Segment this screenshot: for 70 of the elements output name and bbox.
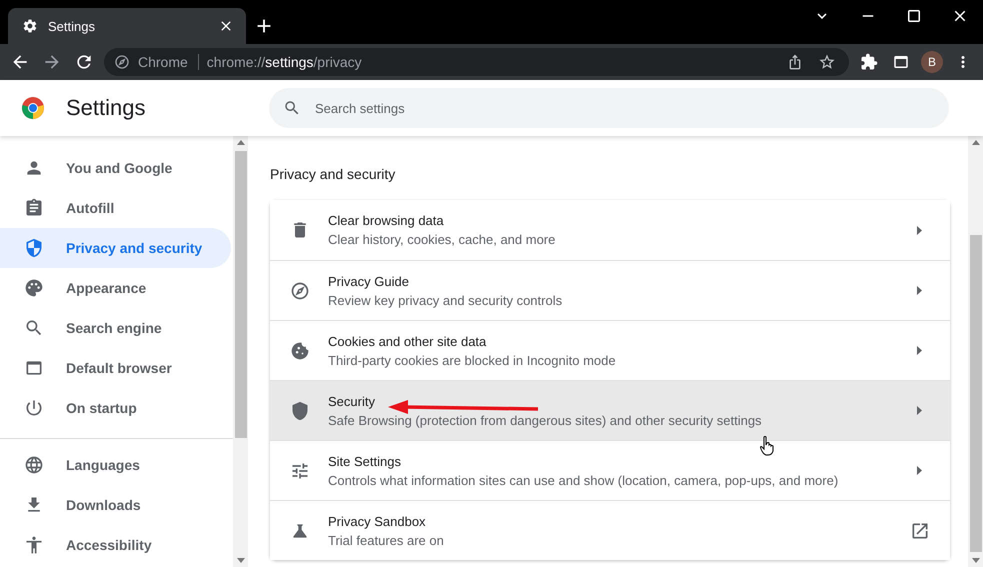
globe-icon [24,455,44,475]
row-description: Review key privacy and security controls [328,292,562,308]
chevron-right-icon [917,226,922,234]
url-text: chrome://settings/privacy [206,54,363,70]
clipboard-icon [24,198,44,218]
scrollbar-thumb[interactable] [234,151,246,438]
sidebar-item[interactable]: Languages [0,445,231,485]
section-title: Privacy and security [270,166,396,182]
row-title: Security [328,394,375,408]
bookmark-star-button[interactable] [818,53,836,71]
cookie-icon [290,340,310,360]
row-title: Privacy Guide [328,274,409,288]
sidebar-item[interactable]: You and Google [0,148,231,188]
maximize-button[interactable] [905,7,923,25]
row-description: Safe Browsing (protection from dangerous sites) and other security settings [328,412,762,428]
scroll-up-icon[interactable] [972,140,980,145]
sliders-icon [290,460,310,480]
tab-title: Settings [48,18,96,34]
chevron-right-icon [917,346,922,355]
sidebar-item[interactable]: Downloads [0,485,231,525]
palette-icon [24,278,44,298]
settings-row[interactable]: Privacy Guide Review key privacy and security controls [270,260,950,320]
page-title: Settings [66,95,146,121]
row-title: Clear browsing data [328,213,444,228]
row-title: Privacy Sandbox [328,514,426,528]
row-description: Third-party cookies are blocked in Incognito mode [328,352,616,368]
sidebar-item[interactable]: Search engine [0,308,231,348]
extensions-button[interactable] [860,53,878,71]
chrome-logo-icon [22,97,44,119]
site-info-icon [114,54,130,70]
external-link-icon [910,520,930,540]
address-bar[interactable]: Chrome chrome://settings/privacy [104,48,849,76]
search-icon [24,318,44,338]
scroll-down-icon[interactable] [236,558,244,563]
settings-row[interactable]: Security Safe Browsing (protection from dangerous sites) and other security settings [270,380,950,440]
compass-icon [290,280,310,300]
settings-row[interactable]: Cookies and other site data Third-party cookies are blocked in Incognito mode [270,320,950,380]
browser-tab[interactable]: Settings [8,8,246,44]
power-icon [24,398,44,418]
scroll-up-icon[interactable] [236,140,244,145]
sidebar-item[interactable]: Autofill [0,188,231,228]
row-description: Trial features are on [328,532,444,548]
scroll-down-icon[interactable] [972,558,980,563]
row-title: Cookies and other site data [328,334,486,348]
hand-cursor-icon [760,436,774,456]
side-panel-button[interactable] [892,53,910,71]
chevron-right-icon [917,286,922,295]
row-description: Clear history, cookies, cache, and more [328,232,556,247]
sidebar-item[interactable]: On startup [0,388,231,428]
chevron-right-icon [917,406,922,415]
accessibility-icon [24,535,44,555]
chevron-right-icon [917,466,922,475]
settings-row[interactable]: Clear browsing data Clear history, cookies, cache, and more [270,200,950,260]
shield-icon [24,238,44,258]
sidebar-item[interactable]: Appearance [0,268,231,308]
settings-row[interactable]: Privacy Sandbox Trial features are on [270,500,950,560]
search-field[interactable]: Search settings [269,88,949,128]
sidebar-item[interactable]: Privacy and security [0,228,231,268]
sidebar-item[interactable]: Default browser [0,348,231,388]
share-button[interactable] [787,54,803,70]
profile-avatar[interactable]: B [921,51,943,73]
settings-row[interactable]: Site Settings Controls what information sites can use and show (location, camera, pop-ups, and more) [270,440,950,500]
scrollbar-thumb[interactable] [970,235,982,552]
shield-icon [290,400,310,420]
settings-icon [22,18,38,34]
site-chip: Chrome [138,54,199,70]
sidebar-item[interactable]: Accessibility [0,525,231,565]
row-description: Controls what information sites can use and show (location, camera, pop-ups, and more) [328,472,838,488]
search-icon [283,99,301,117]
row-title: Site Settings [328,454,401,468]
